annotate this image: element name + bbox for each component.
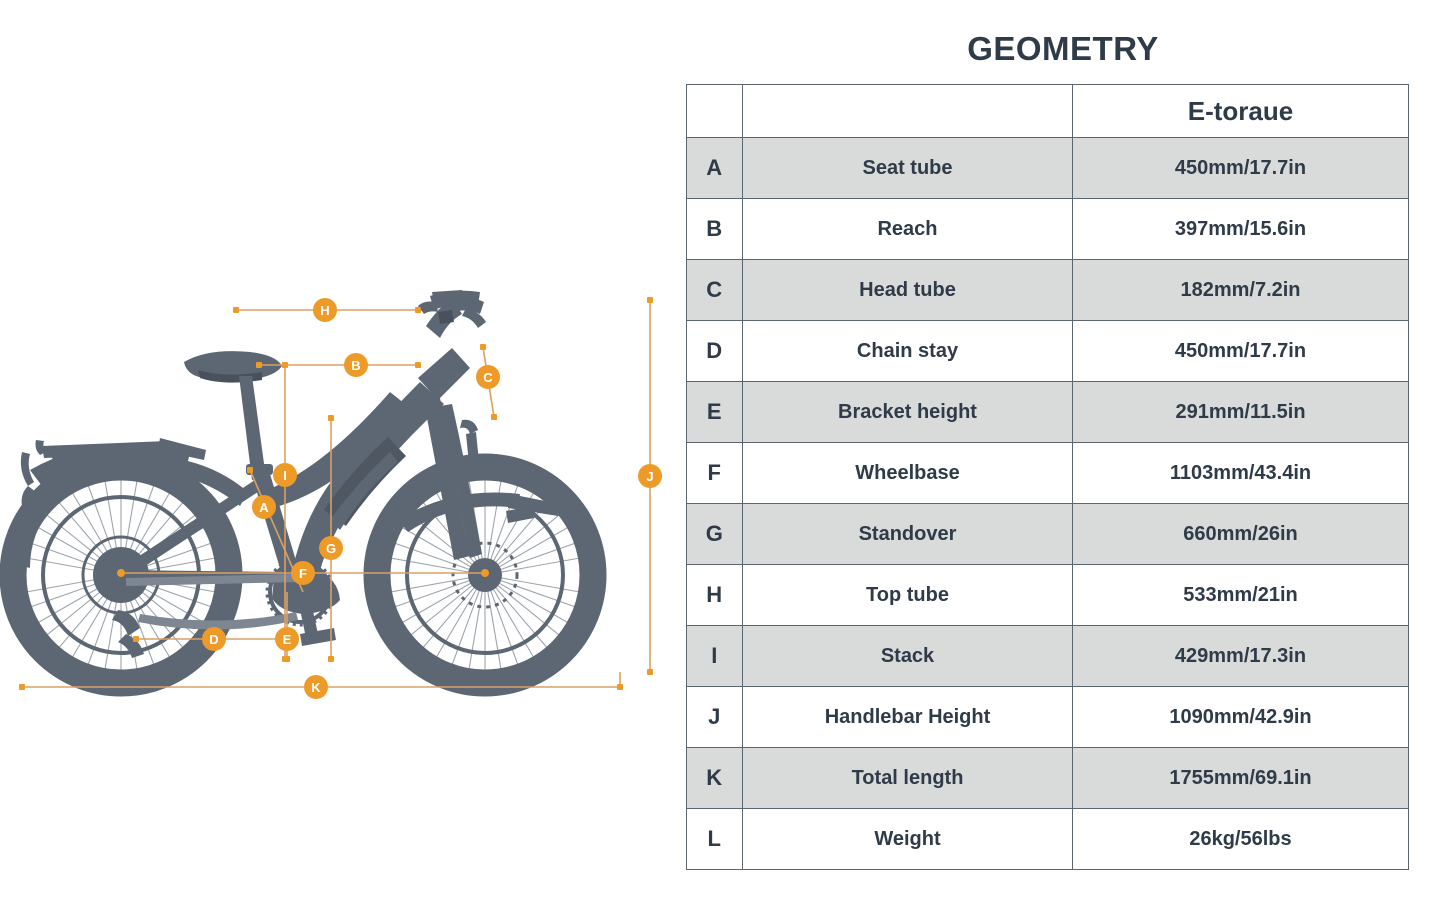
row-measurement-name: Seat tube — [742, 137, 1073, 199]
row-letter: E — [686, 381, 743, 443]
row-measurement-name: Stack — [742, 625, 1073, 687]
table-row: C Head tube 182mm/7.2in — [686, 259, 1409, 321]
table-row: A Seat tube 450mm/17.7in — [686, 137, 1409, 199]
geometry-table-body: A Seat tube 450mm/17.7in B Reach 397mm/15.6in… — [686, 137, 1409, 870]
marker-D-label: D — [209, 632, 218, 647]
bicycle-silhouette — [0, 290, 607, 697]
marker-E: E — [275, 627, 299, 651]
row-letter: G — [686, 503, 743, 565]
bicycle-diagram-panel: H B C I A G F D E J K — [0, 0, 680, 915]
table-row: D Chain stay 450mm/17.7in — [686, 320, 1409, 382]
row-letter: D — [686, 320, 743, 382]
table-row: K Total length 1755mm/69.1in — [686, 747, 1409, 809]
row-letter: A — [686, 137, 743, 199]
row-measurement-value: 450mm/17.7in — [1072, 137, 1409, 199]
row-letter: F — [686, 442, 743, 504]
marker-C-label: C — [483, 370, 493, 385]
row-letter: H — [686, 564, 743, 626]
marker-D: D — [202, 627, 226, 651]
row-measurement-name: Chain stay — [742, 320, 1073, 382]
row-measurement-name: Total length — [742, 747, 1073, 809]
table-row: F Wheelbase 1103mm/43.4in — [686, 442, 1409, 504]
row-letter: K — [686, 747, 743, 809]
marker-E-label: E — [283, 632, 292, 647]
row-letter: J — [686, 686, 743, 748]
marker-B: B — [344, 353, 368, 377]
row-measurement-name: Handlebar Height — [742, 686, 1073, 748]
header-model-name: E-toraue — [1072, 84, 1409, 138]
row-measurement-value: 1755mm/69.1in — [1072, 747, 1409, 809]
marker-K-label: K — [311, 680, 321, 695]
marker-H-label: H — [320, 303, 329, 318]
table-row: L Weight 26kg/56lbs — [686, 808, 1409, 870]
marker-I-label: I — [283, 468, 287, 483]
geometry-spec-page: H B C I A G F D E J K GEOMETRY E-toraue … — [0, 0, 1445, 915]
row-measurement-value: 397mm/15.6in — [1072, 198, 1409, 260]
marker-C: C — [476, 365, 500, 389]
marker-J-label: J — [646, 469, 653, 484]
marker-H: H — [313, 298, 337, 322]
table-row: I Stack 429mm/17.3in — [686, 625, 1409, 687]
marker-K: K — [304, 675, 328, 699]
row-measurement-value: 533mm/21in — [1072, 564, 1409, 626]
table-row: J Handlebar Height 1090mm/42.9in — [686, 686, 1409, 748]
row-letter: I — [686, 625, 743, 687]
marker-F: F — [291, 561, 315, 585]
row-measurement-value: 182mm/7.2in — [1072, 259, 1409, 321]
geometry-table-head: E-toraue — [686, 84, 1409, 138]
row-measurement-value: 1090mm/42.9in — [1072, 686, 1409, 748]
header-name-blank — [742, 84, 1073, 138]
row-measurement-value: 429mm/17.3in — [1072, 625, 1409, 687]
marker-A-label: A — [259, 500, 269, 515]
marker-B-label: B — [351, 358, 360, 373]
table-row: H Top tube 533mm/21in — [686, 564, 1409, 626]
row-measurement-value: 660mm/26in — [1072, 503, 1409, 565]
geometry-table-panel: GEOMETRY E-toraue A Seat tube 450mm/17.7in… — [686, 30, 1410, 870]
marker-A: A — [252, 495, 276, 519]
row-letter: L — [686, 808, 743, 870]
marker-F-label: F — [299, 566, 307, 581]
row-measurement-value: 291mm/11.5in — [1072, 381, 1409, 443]
table-row: G Standover 660mm/26in — [686, 503, 1409, 565]
row-measurement-value: 1103mm/43.4in — [1072, 442, 1409, 504]
page-title: GEOMETRY — [967, 30, 1159, 67]
row-measurement-name: Bracket height — [742, 381, 1073, 443]
table-row: E Bracket height 291mm/11.5in — [686, 381, 1409, 443]
bicycle-geometry-diagram: H B C I A G F D E J K — [0, 290, 662, 699]
row-measurement-name: Top tube — [742, 564, 1073, 626]
table-header-row: E-toraue — [686, 84, 1409, 138]
marker-I: I — [273, 463, 297, 487]
row-measurement-name: Standover — [742, 503, 1073, 565]
row-measurement-value: 450mm/17.7in — [1072, 320, 1409, 382]
marker-G-label: G — [326, 541, 336, 556]
row-measurement-value: 26kg/56lbs — [1072, 808, 1409, 870]
row-measurement-name: Head tube — [742, 259, 1073, 321]
table-row: B Reach 397mm/15.6in — [686, 198, 1409, 260]
marker-G: G — [319, 536, 343, 560]
header-letter-blank — [686, 84, 743, 138]
geometry-table: E-toraue A Seat tube 450mm/17.7in B Reach 397… — [686, 84, 1409, 870]
row-measurement-name: Wheelbase — [742, 442, 1073, 504]
row-letter: C — [686, 259, 743, 321]
row-letter: B — [686, 198, 743, 260]
row-measurement-name: Reach — [742, 198, 1073, 260]
marker-J: J — [638, 464, 662, 488]
row-measurement-name: Weight — [742, 808, 1073, 870]
